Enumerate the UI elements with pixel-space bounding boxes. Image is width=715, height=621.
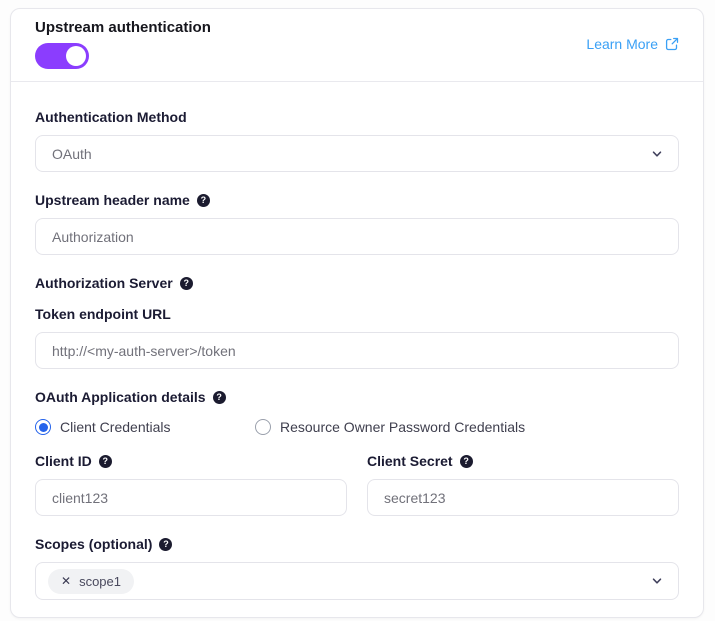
token-url-field: Token endpoint URL — [35, 305, 679, 369]
radio-label: Client Credentials — [60, 419, 171, 435]
help-icon[interactable]: ? — [197, 194, 210, 207]
learn-more-link[interactable]: Learn More — [586, 36, 679, 52]
header-name-field: Upstream header name ? — [35, 191, 679, 255]
learn-more-label: Learn More — [586, 36, 658, 52]
card-body: Authentication Method OAuth Upstream hea… — [11, 82, 703, 600]
radio-option-resource-owner[interactable]: Resource Owner Password Credentials — [255, 419, 525, 435]
grant-radio[interactable] — [255, 419, 271, 435]
help-icon[interactable]: ? — [460, 455, 473, 468]
client-id-label: Client ID ? — [35, 452, 347, 470]
header-name-label: Upstream header name ? — [35, 191, 679, 209]
scopes-multiselect[interactable]: ✕ scope1 — [35, 562, 679, 600]
auth-method-value: OAuth — [52, 146, 92, 162]
chevron-down-icon — [650, 574, 664, 588]
upstream-auth-toggle[interactable] — [35, 43, 89, 69]
client-secret-field: Client Secret ? — [367, 452, 679, 516]
auth-method-field: Authentication Method OAuth — [35, 108, 679, 172]
toggle-knob — [66, 46, 86, 66]
token-url-input[interactable] — [35, 332, 679, 369]
client-secret-input[interactable] — [367, 479, 679, 516]
card-header: Upstream authentication Learn More — [11, 9, 703, 82]
scopes-field: Scopes (optional) ? ✕ scope1 — [35, 535, 679, 600]
remove-scope-icon[interactable]: ✕ — [61, 575, 71, 587]
grant-type-radio-group: Client Credentials Resource Owner Passwo… — [35, 419, 679, 435]
token-url-label: Token endpoint URL — [35, 305, 679, 323]
upstream-auth-card: Upstream authentication Learn More Authe… — [10, 8, 704, 618]
client-id-field: Client ID ? — [35, 452, 347, 516]
external-link-icon[interactable] — [665, 37, 679, 51]
card-title: Upstream authentication — [35, 19, 211, 36]
radio-option-client-credentials[interactable]: Client Credentials — [35, 419, 255, 435]
help-icon[interactable]: ? — [213, 391, 226, 404]
oauth-details-section-label: OAuth Application details ? — [35, 388, 679, 406]
scopes-label: Scopes (optional) ? — [35, 535, 679, 553]
client-id-input[interactable] — [35, 479, 347, 516]
chevron-down-icon — [650, 147, 664, 161]
auth-server-section-label: Authorization Server ? — [35, 274, 679, 292]
client-credentials-grid: Client ID ? Client Secret ? — [35, 452, 679, 516]
header-name-input[interactable] — [35, 218, 679, 255]
grant-radio[interactable] — [35, 419, 51, 435]
help-icon[interactable]: ? — [159, 538, 172, 551]
scope-tag-label: scope1 — [79, 574, 121, 589]
header-left: Upstream authentication — [35, 19, 211, 69]
help-icon[interactable]: ? — [180, 277, 193, 290]
scope-tag: ✕ scope1 — [48, 569, 134, 594]
auth-method-select[interactable]: OAuth — [35, 135, 679, 172]
help-icon[interactable]: ? — [99, 455, 112, 468]
auth-method-label: Authentication Method — [35, 108, 679, 126]
client-secret-label: Client Secret ? — [367, 452, 679, 470]
radio-label: Resource Owner Password Credentials — [280, 419, 525, 435]
